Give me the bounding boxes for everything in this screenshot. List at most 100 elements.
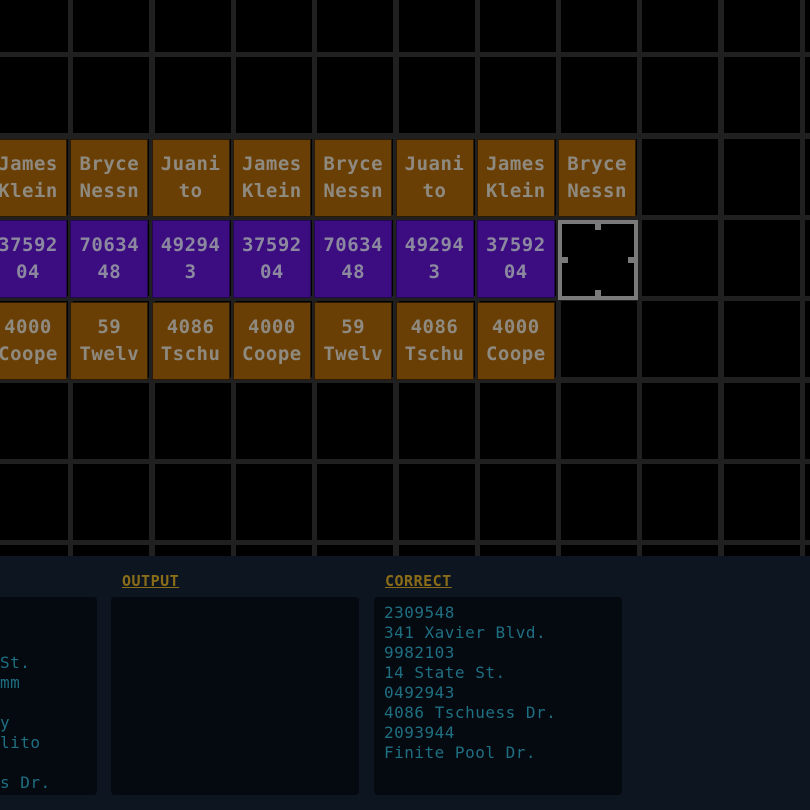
num-tile[interactable]: 49294 3 [395,220,474,298]
addr-tile[interactable]: 4000 Coope [0,302,67,380]
grid-cell[interactable] [642,301,719,378]
grid-cell[interactable] [73,463,150,540]
grid-cell[interactable] [73,57,150,134]
grid-cell[interactable] [723,545,800,556]
text-line [0,613,87,633]
addr-tile[interactable]: 59 Twelv [70,302,149,380]
grid-cell[interactable] [723,463,800,540]
program-grid[interactable]: James Klein Bryce Nessn Juani to James Klein Bry… [0,0,810,556]
grid-cell[interactable] [723,0,800,52]
grid-cell[interactable] [805,301,810,378]
grid-cell[interactable] [723,219,800,296]
grid-cell[interactable] [561,545,638,556]
grid-cell[interactable] [0,57,68,134]
grid-cell[interactable] [73,382,150,459]
grid-cell[interactable] [561,382,638,459]
grid-cell[interactable] [0,545,68,556]
num-tile[interactable]: 70634 48 [314,220,393,298]
grid-cell[interactable] [398,57,475,134]
grid-cell[interactable] [479,545,556,556]
grid-cell[interactable] [317,463,394,540]
grid-cell[interactable] [0,463,68,540]
grid-cell[interactable] [0,0,68,52]
num-tile[interactable]: 37592 04 [232,220,311,298]
grid-cell[interactable] [642,138,719,215]
grid-cell[interactable] [805,0,810,52]
num-tile[interactable]: 37592 04 [476,220,555,298]
text-line: 9982103 [384,643,455,662]
name-tile[interactable]: Bryce Nessn [558,139,637,217]
grid-cell[interactable] [235,0,312,52]
name-tile[interactable]: James Klein [476,139,555,217]
name-tile[interactable]: Bryce Nessn [70,139,149,217]
grid-cell[interactable] [73,545,150,556]
grid-cell[interactable] [561,57,638,134]
text-line: St. [0,653,31,672]
name-tile[interactable]: Juani to [151,139,230,217]
addr-tile[interactable]: 4000 Coope [232,302,311,380]
grid-cell[interactable] [805,219,810,296]
grid-cell[interactable] [479,382,556,459]
addr-tile[interactable]: 4086 Tschu [151,302,230,380]
grid-cell[interactable] [0,382,68,459]
name-tile[interactable]: Juani to [395,139,474,217]
grid-cell[interactable] [317,545,394,556]
grid-cell[interactable] [317,57,394,134]
grid-cell[interactable] [642,57,719,134]
grid-cell[interactable] [723,138,800,215]
grid-cell[interactable] [154,545,231,556]
grid-cell[interactable] [805,382,810,459]
grid-cell[interactable] [561,0,638,52]
grid-cell[interactable] [561,463,638,540]
output-box[interactable] [111,597,359,795]
num-tile[interactable]: 49294 3 [151,220,230,298]
grid-cell[interactable] [723,382,800,459]
grid-cell[interactable] [561,301,638,378]
addr-tile[interactable]: 59 Twelv [314,302,393,380]
text-line: y [0,713,11,732]
selection-cursor[interactable] [558,220,638,300]
name-tile[interactable]: Bryce Nessn [314,139,393,217]
addr-tile[interactable]: 4086 Tschu [395,302,474,380]
tile-line: 70634 [79,234,140,256]
grid-cell[interactable] [805,138,810,215]
addr-tile[interactable]: 4000 Coope [476,302,555,380]
grid-cell[interactable] [154,0,231,52]
grid-cell[interactable] [479,463,556,540]
grid-cell[interactable] [805,545,810,556]
grid-cell[interactable] [479,57,556,134]
tile-line: Nessn [79,180,140,202]
grid-cell[interactable] [642,545,719,556]
grid-cell[interactable] [642,463,719,540]
grid-cell[interactable] [73,0,150,52]
grid-cell[interactable] [235,382,312,459]
num-tile[interactable]: 70634 48 [70,220,149,298]
name-tile[interactable]: James Klein [0,139,67,217]
input-box[interactable]: St. mm y lito s Dr. [0,597,97,795]
grid-cell[interactable] [805,463,810,540]
grid-cell[interactable] [154,382,231,459]
grid-cell[interactable] [235,463,312,540]
num-tile[interactable]: 37592 04 [0,220,67,298]
tile-line: to [178,180,203,202]
tile-line: Klein [242,180,302,202]
text-line: 14 State St. [384,663,506,682]
grid-cell[interactable] [235,545,312,556]
grid-cell[interactable] [479,0,556,52]
grid-cell[interactable] [398,0,475,52]
grid-cell[interactable] [805,57,810,134]
grid-cell[interactable] [642,0,719,52]
grid-cell[interactable] [398,463,475,540]
name-tile[interactable]: James Klein [232,139,311,217]
grid-cell[interactable] [723,57,800,134]
grid-cell[interactable] [642,219,719,296]
grid-cell[interactable] [398,382,475,459]
grid-cell[interactable] [642,382,719,459]
grid-cell[interactable] [398,545,475,556]
grid-cell[interactable] [317,0,394,52]
grid-cell[interactable] [235,57,312,134]
grid-cell[interactable] [154,463,231,540]
grid-cell[interactable] [154,57,231,134]
grid-cell[interactable] [723,301,800,378]
grid-cell[interactable] [317,382,394,459]
